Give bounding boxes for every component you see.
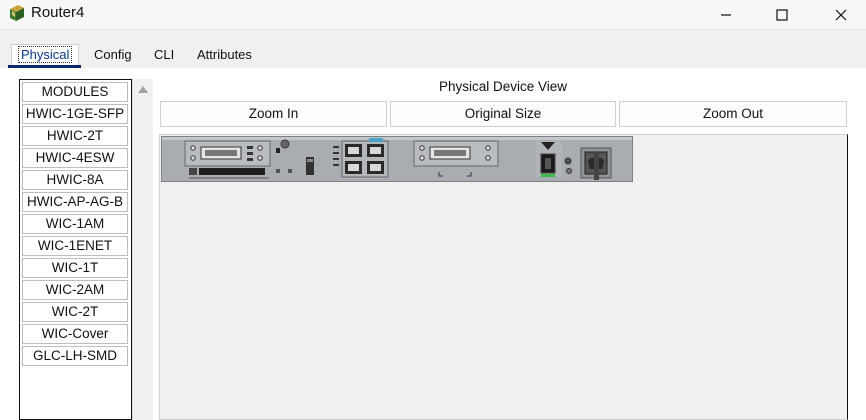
module-item[interactable]: HWIC-1GE-SFP	[22, 104, 128, 124]
module-item[interactable]: WIC-Cover	[22, 324, 128, 344]
module-item[interactable]: HWIC-4ESW	[22, 148, 128, 168]
close-button[interactable]	[818, 0, 864, 30]
physical-tab-panel: MODULES HWIC-1GE-SFP HWIC-2T HWIC-4ESW H…	[8, 68, 866, 420]
original-size-button[interactable]: Original Size	[390, 101, 616, 127]
tab-attributes[interactable]: Attributes	[191, 45, 258, 67]
device-view-title: Physical Device View	[438, 79, 568, 94]
minimize-icon	[721, 14, 731, 16]
hwic-slot-1[interactable]	[184, 140, 271, 167]
router-chassis-image[interactable]	[161, 136, 633, 182]
router-app-icon	[7, 3, 27, 23]
module-item[interactable]: WIC-1AM	[22, 214, 128, 234]
maximize-icon	[776, 9, 788, 21]
module-list-header: MODULES	[22, 82, 128, 102]
window-title: Router4	[31, 4, 85, 21]
module-item[interactable]: WIC-2AM	[22, 280, 128, 300]
maximize-button[interactable]	[759, 0, 805, 30]
title-bar: Router4	[0, 0, 866, 30]
zoom-out-button[interactable]: Zoom Out	[619, 101, 847, 127]
tab-cli[interactable]: CLI	[148, 45, 180, 67]
module-item[interactable]: HWIC-AP-AG-B	[22, 192, 128, 212]
tab-physical-label: Physical	[18, 46, 73, 63]
module-item[interactable]: WIC-1ENET	[22, 236, 128, 256]
power-switch[interactable]	[536, 141, 562, 177]
close-icon	[835, 9, 847, 21]
module-item[interactable]: HWIC-8A	[22, 170, 128, 190]
ethernet-ports[interactable]	[341, 138, 389, 178]
physical-device-canvas[interactable]	[159, 134, 848, 420]
minimize-button[interactable]	[703, 0, 749, 30]
scroll-up-arrow-icon[interactable]	[138, 86, 148, 93]
tab-config[interactable]: Config	[88, 45, 138, 67]
module-item[interactable]: WIC-1T	[22, 258, 128, 278]
module-item[interactable]: WIC-2T	[22, 302, 128, 322]
module-item[interactable]: HWIC-2T	[22, 126, 128, 146]
zoom-in-button[interactable]: Zoom In	[160, 101, 387, 127]
module-item[interactable]: GLC-LH-SMD	[22, 346, 128, 366]
module-list[interactable]: MODULES HWIC-1GE-SFP HWIC-2T HWIC-4ESW H…	[19, 79, 132, 420]
module-list-scrollbar[interactable]	[132, 79, 153, 420]
tab-bar: Physical Config CLI Attributes	[0, 30, 866, 68]
power-inlet[interactable]	[580, 147, 612, 180]
